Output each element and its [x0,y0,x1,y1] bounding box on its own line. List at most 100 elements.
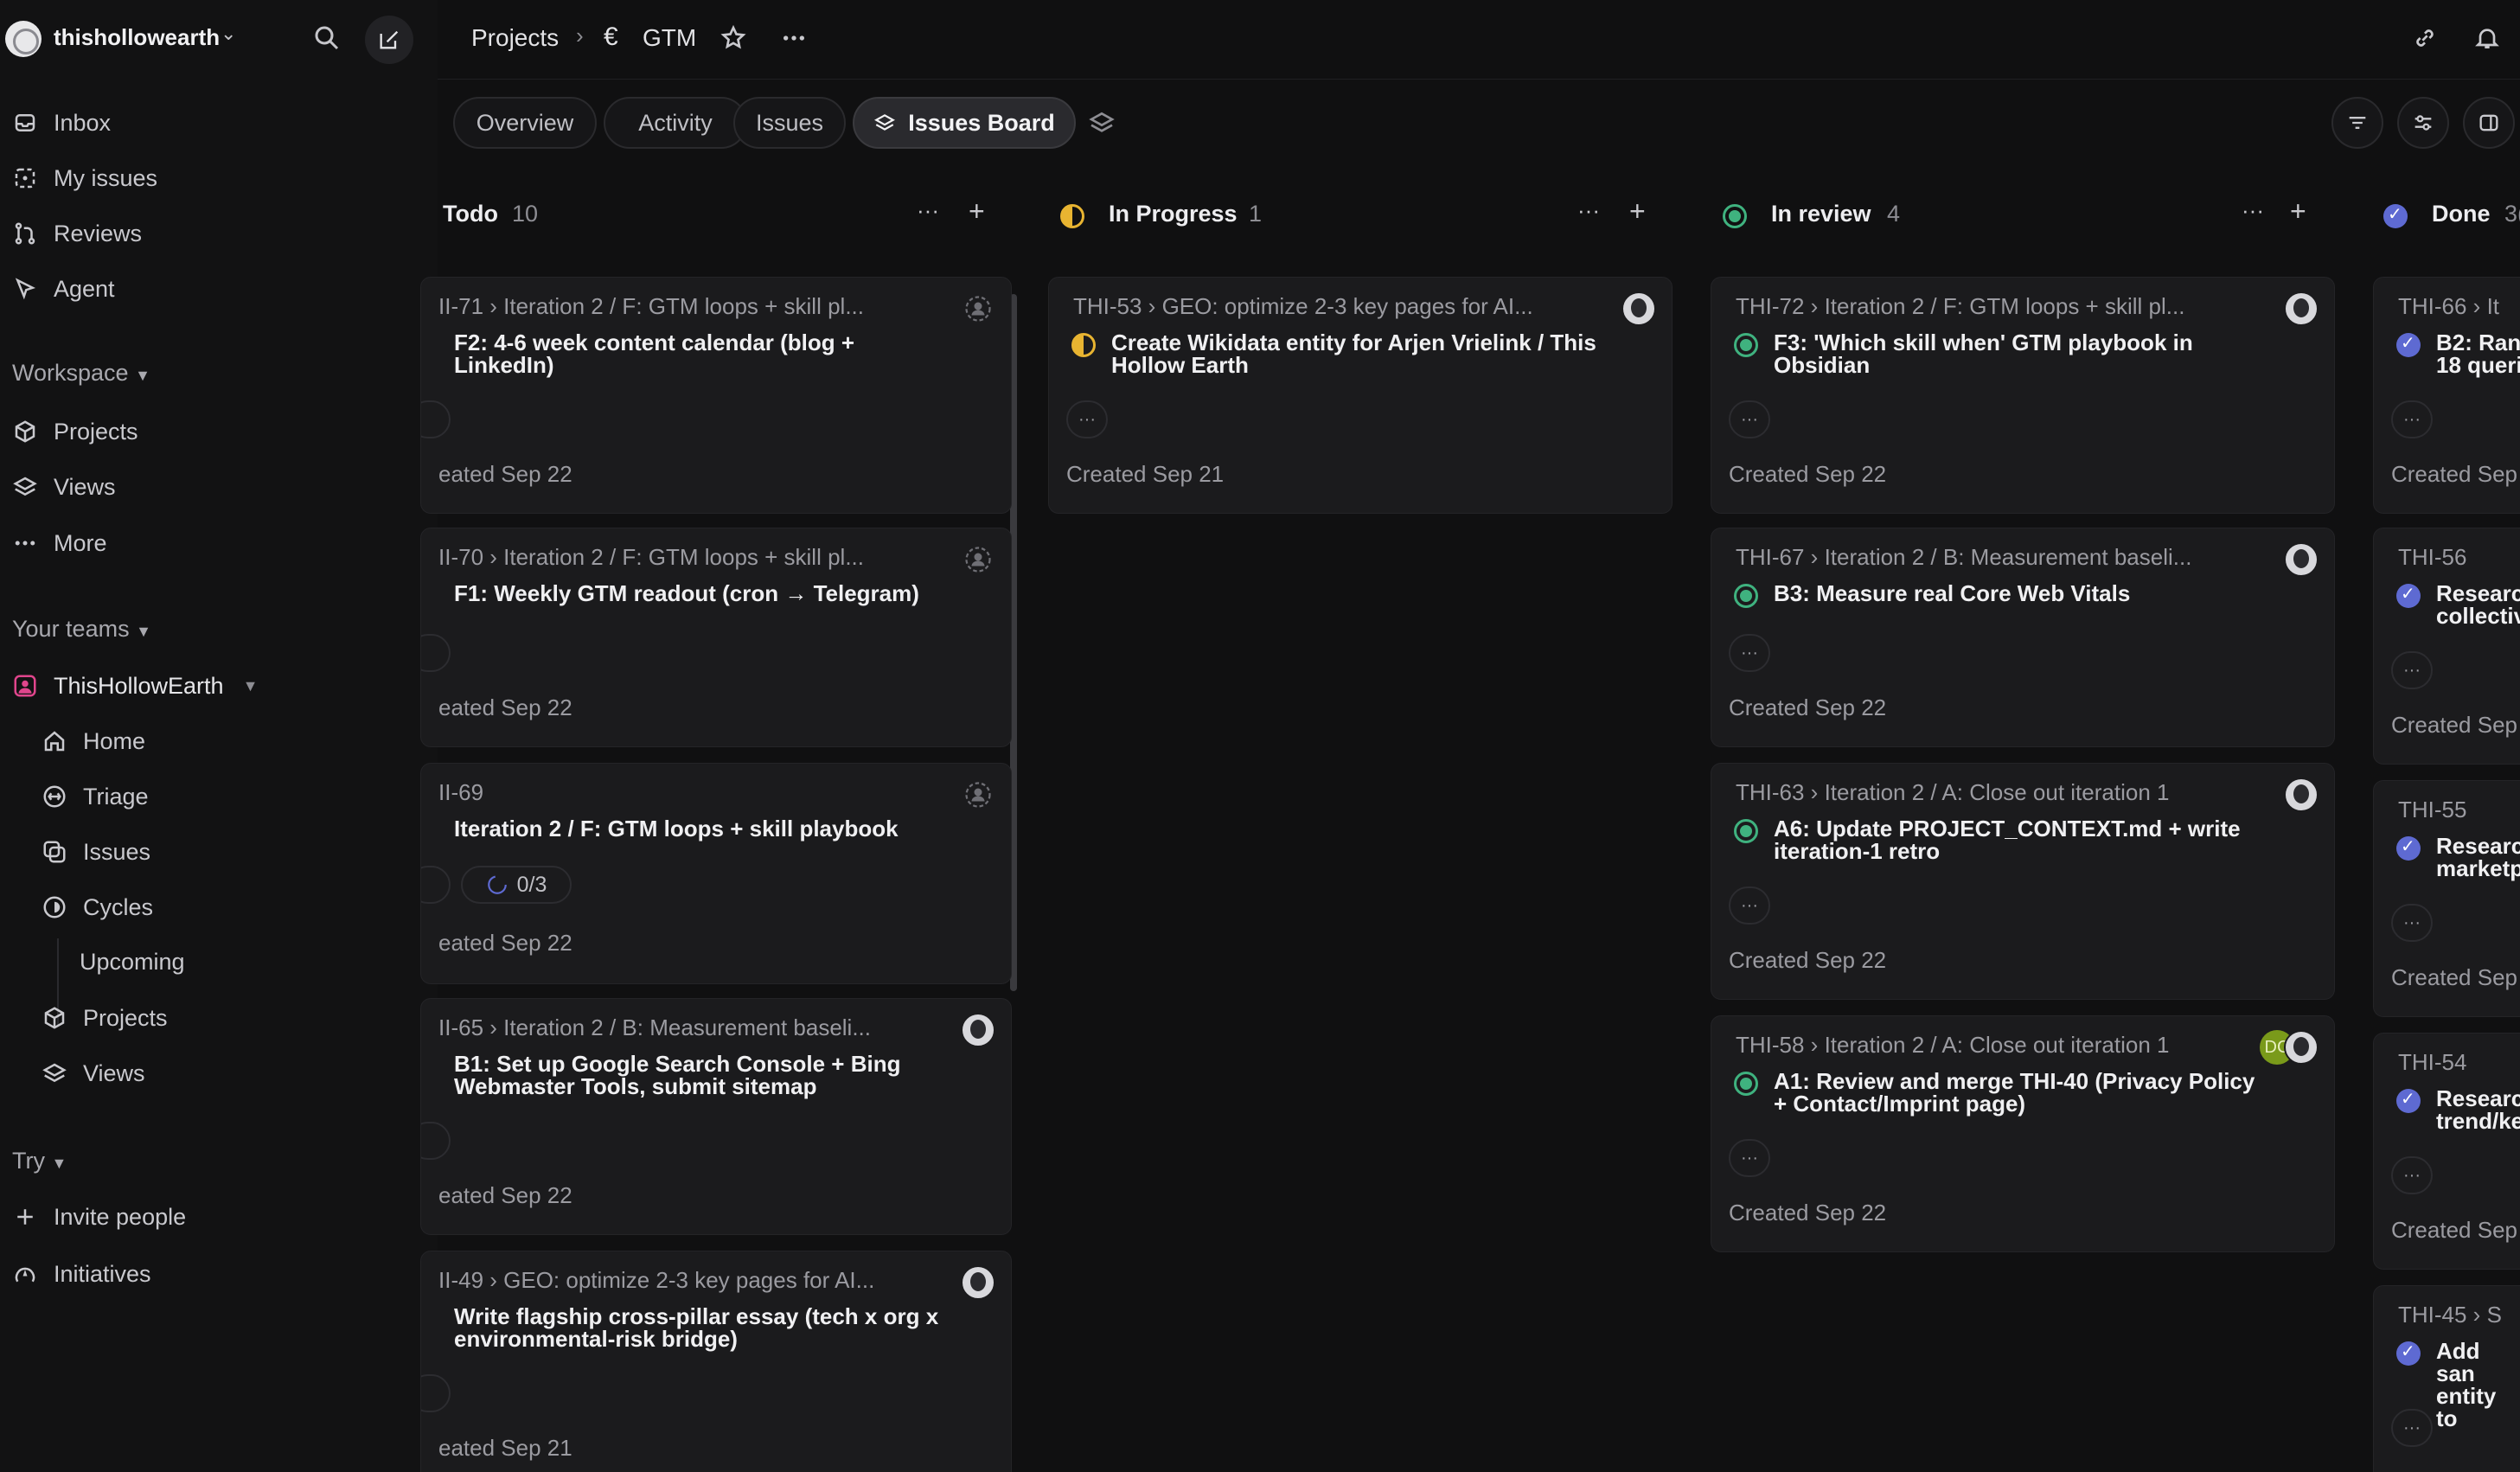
issue-card[interactable]: THI-67 › Iteration 2 / B: Measurement ba… [1711,528,2335,747]
priority-button[interactable] [421,1122,451,1160]
issue-card[interactable]: II-71 › Iteration 2 / F: GTM loops + ski… [420,277,1012,514]
issue-card[interactable]: THI-53 › GEO: optimize 2-3 key pages for… [1048,277,1673,514]
sidebar-item-agent[interactable]: Agent [7,267,431,310]
bell-icon[interactable] [2473,24,2501,52]
sidebar-item-views[interactable]: Views [7,465,431,509]
add-issue-icon[interactable]: + [2290,195,2306,227]
issue-card[interactable]: THI-58 › Iteration 2 / A: Close out iter… [1711,1015,2335,1252]
priority-button[interactable]: ··· [2391,1156,2433,1194]
toggle-panel-button[interactable] [2463,97,2515,149]
filter-button[interactable] [2331,97,2383,149]
add-issue-icon[interactable]: + [969,195,985,227]
sub-issue-progress[interactable]: 0/3 [461,866,572,904]
issue-created: eated Sep 22 [438,930,572,956]
sidebar-team-cycles[interactable]: Cycles [42,886,422,929]
avatar[interactable] [961,1013,995,1047]
priority-button[interactable]: ··· [1729,886,1770,925]
avatar[interactable] [1621,291,1656,326]
priority-button[interactable]: ··· [1729,400,1770,438]
done-status-icon[interactable] [2396,1341,2421,1366]
unassigned-icon[interactable] [963,779,994,810]
issue-title: Iteration 2 / F: GTM loops + skill playb… [454,816,899,842]
tab-activity[interactable]: Activity [604,97,747,149]
issue-card[interactable]: THI-72 › Iteration 2 / F: GTM loops + sk… [1711,277,2335,514]
avatar[interactable] [2284,778,2319,812]
issue-card[interactable]: II-69 Iteration 2 / F: GTM loops + skill… [420,763,1012,984]
sidebar-team-projects[interactable]: Projects [42,996,422,1040]
priority-button[interactable] [421,1374,451,1412]
breadcrumb-projects[interactable]: Projects [471,24,559,52]
sidebar-item-my-issues[interactable]: My issues [7,157,431,200]
priority-button[interactable]: ··· [1729,634,1770,672]
unassigned-icon[interactable] [963,293,994,324]
priority-button[interactable]: ··· [2391,651,2433,689]
priority-button[interactable] [421,634,451,672]
search-icon[interactable] [311,22,342,54]
workspace-section-header[interactable]: Workspace ▼ [12,360,150,387]
sidebar-team-home[interactable]: Home [42,720,422,763]
link-icon[interactable] [2411,24,2439,52]
tab-issues[interactable]: Issues [733,97,846,149]
issue-card[interactable]: II-70 › Iteration 2 / F: GTM loops + ski… [420,528,1012,747]
compose-button[interactable] [365,16,413,64]
sidebar-item-initiatives[interactable]: Initiatives [7,1252,431,1296]
sidebar-item-more[interactable]: More [7,522,431,565]
issue-card[interactable]: THI-45 › S Add san entity to ··· [2373,1285,2520,1472]
workspace-switcher[interactable]: thishollowearth ⌄ [0,16,438,64]
priority-button[interactable]: ··· [1729,1139,1770,1177]
tab-issues-board[interactable]: Issues Board [853,97,1076,149]
done-status-icon[interactable] [2396,583,2421,608]
issue-card[interactable]: II-65 › Iteration 2 / B: Measurement bas… [420,998,1012,1235]
sidebar-item-projects[interactable]: Projects [7,410,431,453]
done-status-icon[interactable] [2396,332,2421,357]
issue-card[interactable]: THI-66 › It B2: Ran 18 queri ··· Created… [2373,277,2520,514]
in-progress-status-icon[interactable] [1071,333,1096,357]
sidebar-team-thishollowearth[interactable]: ThisHollowEarth ▼ [7,664,431,707]
sidebar-team-views[interactable]: Views [42,1052,422,1095]
priority-button[interactable]: ··· [2391,1409,2433,1447]
priority-button[interactable]: ··· [2391,400,2433,438]
priority-button[interactable]: ··· [2391,904,2433,942]
sidebar-item-label: Home [83,727,146,754]
issue-card[interactable]: THI-56 Researc collectiv ··· Created Sep [2373,528,2520,765]
issue-card[interactable]: II-49 › GEO: optimize 2-3 key pages for … [420,1251,1012,1472]
breadcrumb-project-gtm[interactable]: GTM [643,24,696,52]
priority-button[interactable] [421,400,451,438]
more-icon[interactable]: ··· [917,197,939,224]
sidebar-item-inbox[interactable]: Inbox [7,101,431,144]
priority-button[interactable]: ··· [1066,400,1108,438]
in-review-status-icon[interactable] [1734,1072,1758,1096]
display-options-button[interactable] [2397,97,2449,149]
try-section-header[interactable]: Try ▼ [12,1148,67,1174]
issue-card[interactable]: THI-63 › Iteration 2 / A: Close out iter… [1711,763,2335,1000]
sidebar-cycles-upcoming[interactable]: Upcoming [80,949,185,976]
issue-card[interactable]: THI-55 Researc marketp ··· Created Sep [2373,780,2520,1017]
done-status-icon[interactable] [2396,1088,2421,1113]
add-issue-icon[interactable]: + [1629,195,1646,227]
in-review-status-icon[interactable] [1734,819,1758,843]
avatar[interactable] [2284,542,2319,577]
done-status-icon[interactable] [2396,835,2421,861]
in-review-status-icon[interactable] [1734,584,1758,608]
column-count: 10 [512,201,539,227]
more-icon[interactable]: ··· [1577,197,1600,224]
more-icon[interactable]: ··· [2242,197,2264,224]
priority-button[interactable] [421,866,451,904]
add-view-icon[interactable] [1088,109,1116,137]
unassigned-icon[interactable] [963,544,994,575]
issue-card[interactable]: THI-54 Researc trend/ke ··· Created Sep [2373,1033,2520,1270]
tab-overview[interactable]: Overview [453,97,597,149]
sidebar-team-issues[interactable]: Issues [42,830,422,874]
sidebar-team-triage[interactable]: Triage [42,775,422,818]
teams-section-header[interactable]: Your teams ▼ [12,616,151,643]
in-review-status-icon[interactable] [1734,333,1758,357]
avatar[interactable] [2284,291,2319,326]
more-icon[interactable] [780,24,808,52]
sidebar-item-reviews[interactable]: Reviews [7,212,431,255]
sidebar-item-invite-people[interactable]: Invite people [7,1195,431,1238]
star-icon[interactable] [720,24,747,52]
avatar[interactable] [961,1265,995,1300]
avatar[interactable] [2284,1030,2319,1065]
view-tabs: Overview Activity Issues Issues Board [438,97,2520,149]
issue-id: THI-58 › Iteration 2 / A: Close out iter… [1736,1032,2170,1058]
